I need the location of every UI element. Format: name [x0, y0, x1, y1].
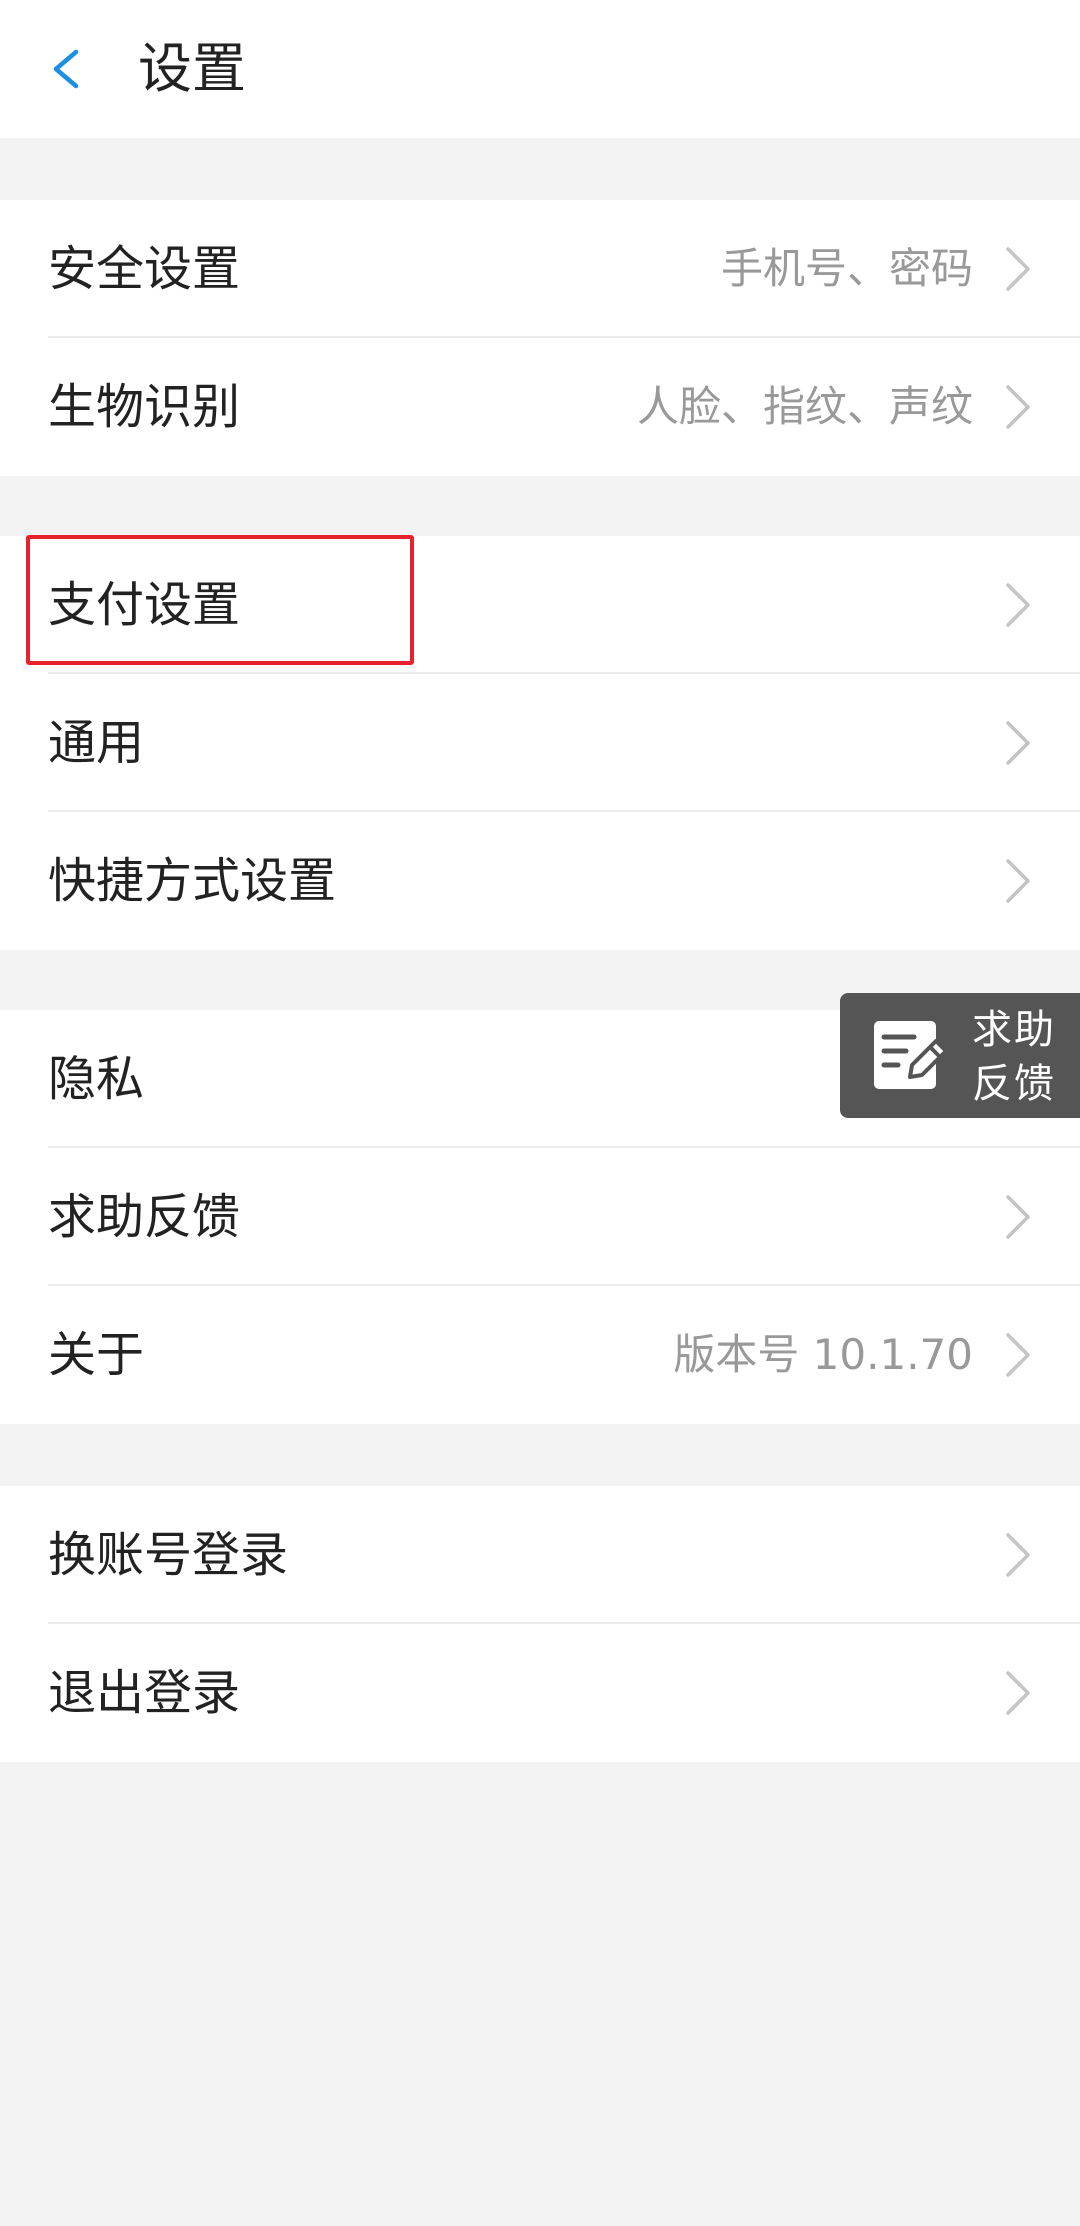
settings-item-label: 隐私: [48, 1051, 145, 1107]
settings-item-label: 支付设置: [48, 577, 241, 633]
settings-group-general: 支付设置 通用 快捷方式设置: [0, 536, 1080, 950]
back-button[interactable]: [40, 30, 100, 108]
settings-item-label: 安全设置: [48, 241, 241, 297]
settings-item-security[interactable]: 安全设置 手机号、密码: [0, 200, 1080, 338]
chevron-right-icon: [1006, 1195, 1030, 1239]
floating-feedback-line2: 反馈: [972, 1061, 1056, 1107]
chevron-right-icon: [1006, 1533, 1030, 1577]
settings-item-label: 生物识别: [48, 379, 241, 435]
floating-feedback-label: 求助 反馈: [972, 1003, 1072, 1111]
settings-item-label: 退出登录: [48, 1665, 241, 1721]
chevron-right-icon: [1006, 1333, 1030, 1377]
settings-item-value: 人脸、指纹、声纹: [636, 382, 973, 431]
settings-item-label: 关于: [48, 1327, 145, 1383]
settings-group-account-security: 安全设置 手机号、密码 生物识别 人脸、指纹、声纹: [0, 200, 1080, 476]
settings-item-logout[interactable]: 退出登录: [0, 1624, 1080, 1762]
chevron-right-icon: [1006, 721, 1030, 765]
settings-item-label: 快捷方式设置: [48, 853, 337, 909]
floating-feedback-line1: 求助: [972, 1007, 1056, 1053]
settings-item-shortcuts[interactable]: 快捷方式设置: [0, 812, 1080, 950]
version-value: 版本号 10.1.70: [673, 1330, 973, 1379]
settings-group-account: 换账号登录 退出登录: [0, 1486, 1080, 1762]
chevron-right-icon: [1006, 859, 1030, 903]
settings-item-help-feedback[interactable]: 求助反馈: [0, 1148, 1080, 1286]
settings-item-biometrics[interactable]: 生物识别 人脸、指纹、声纹: [0, 338, 1080, 476]
settings-item-label: 求助反馈: [48, 1189, 241, 1245]
settings-item-payment[interactable]: 支付设置: [0, 536, 1080, 674]
chevron-left-icon: [53, 49, 79, 89]
settings-item-general[interactable]: 通用: [0, 674, 1080, 812]
settings-item-switch-account[interactable]: 换账号登录: [0, 1486, 1080, 1624]
chevron-right-icon: [1006, 583, 1030, 627]
settings-item-value: 手机号、密码: [720, 244, 973, 293]
chevron-right-icon: [1006, 247, 1030, 291]
settings-item-about[interactable]: 关于 版本号 10.1.70: [0, 1286, 1080, 1424]
title-bar: 设置: [0, 0, 1080, 138]
edit-note-icon: [874, 1021, 948, 1089]
floating-feedback-button[interactable]: 求助 反馈: [840, 993, 1080, 1118]
settings-item-label: 通用: [48, 715, 145, 771]
chevron-right-icon: [1006, 385, 1030, 429]
settings-item-label: 换账号登录: [48, 1527, 289, 1583]
chevron-right-icon: [1006, 1671, 1030, 1715]
page-title: 设置: [138, 37, 246, 100]
settings-page: 设置 安全设置 手机号、密码 生物识别 人脸、指纹、声纹 支付设置 通用 快捷方…: [0, 0, 1080, 2226]
